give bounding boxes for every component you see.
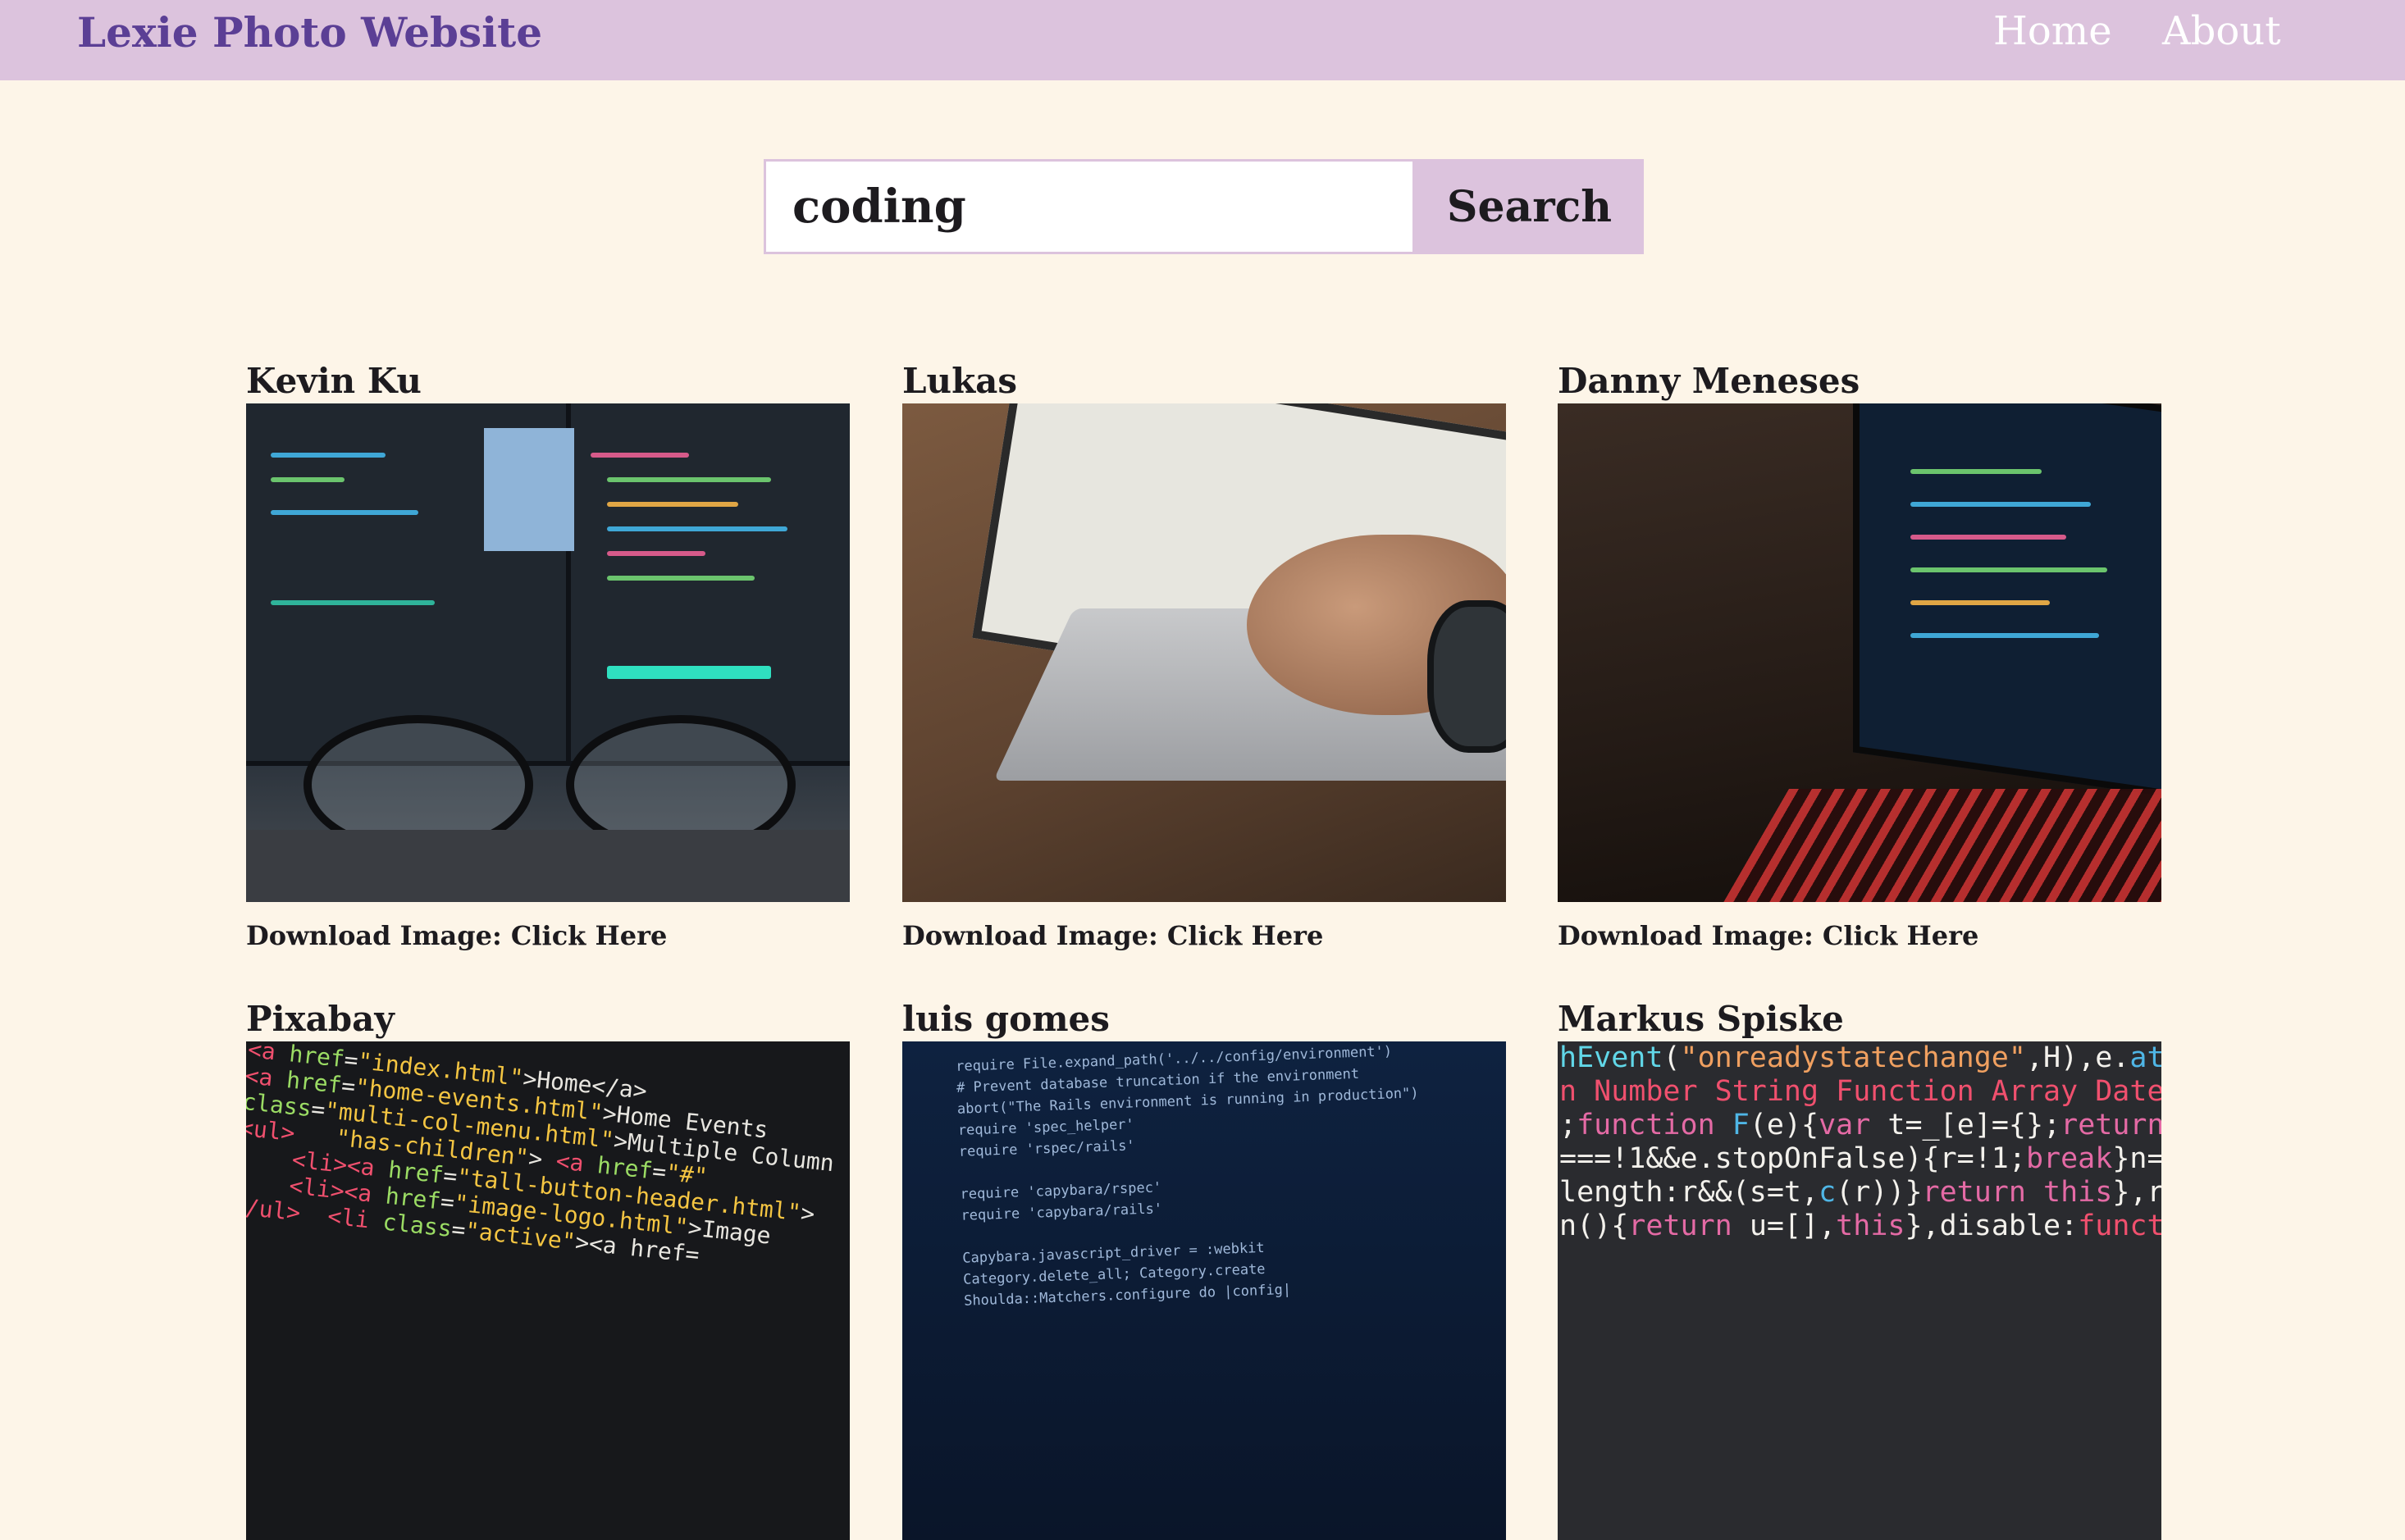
top-navbar: Lexie Photo Website Home About bbox=[0, 0, 2405, 80]
photographer-name: Kevin Ku bbox=[246, 361, 422, 401]
photographer-name: Lukas bbox=[902, 361, 1018, 401]
nav-about-link[interactable]: About bbox=[2162, 8, 2281, 54]
search-form: Search bbox=[764, 159, 1644, 254]
photographer-name: Pixabay bbox=[246, 999, 395, 1039]
photo-image bbox=[902, 403, 1506, 902]
search-button[interactable]: Search bbox=[1415, 159, 1644, 254]
photographer-name: Danny Meneses bbox=[1558, 361, 1860, 401]
search-input[interactable] bbox=[764, 159, 1415, 254]
photographer-name: luis gomes bbox=[902, 999, 1110, 1039]
nav-home-link[interactable]: Home bbox=[1993, 8, 2112, 54]
photo-image bbox=[246, 403, 850, 902]
download-link[interactable]: Download Image: Click Here bbox=[902, 920, 1323, 951]
photo-image: hEvent("onreadystatechange",H),e.att n N… bbox=[1558, 1041, 2161, 1540]
photographer-name: Markus Spiske bbox=[1558, 999, 1844, 1039]
photo-image: require File.expand_path('../../config/e… bbox=[902, 1041, 1506, 1540]
photo-image bbox=[1558, 403, 2161, 902]
photo-image: <a href="index.html">Home</a> <a href="h… bbox=[246, 1041, 850, 1540]
download-link[interactable]: Download Image: Click Here bbox=[1558, 920, 1978, 951]
download-link[interactable]: Download Image: Click Here bbox=[246, 920, 667, 951]
site-brand-link[interactable]: Lexie Photo Website bbox=[77, 8, 542, 57]
